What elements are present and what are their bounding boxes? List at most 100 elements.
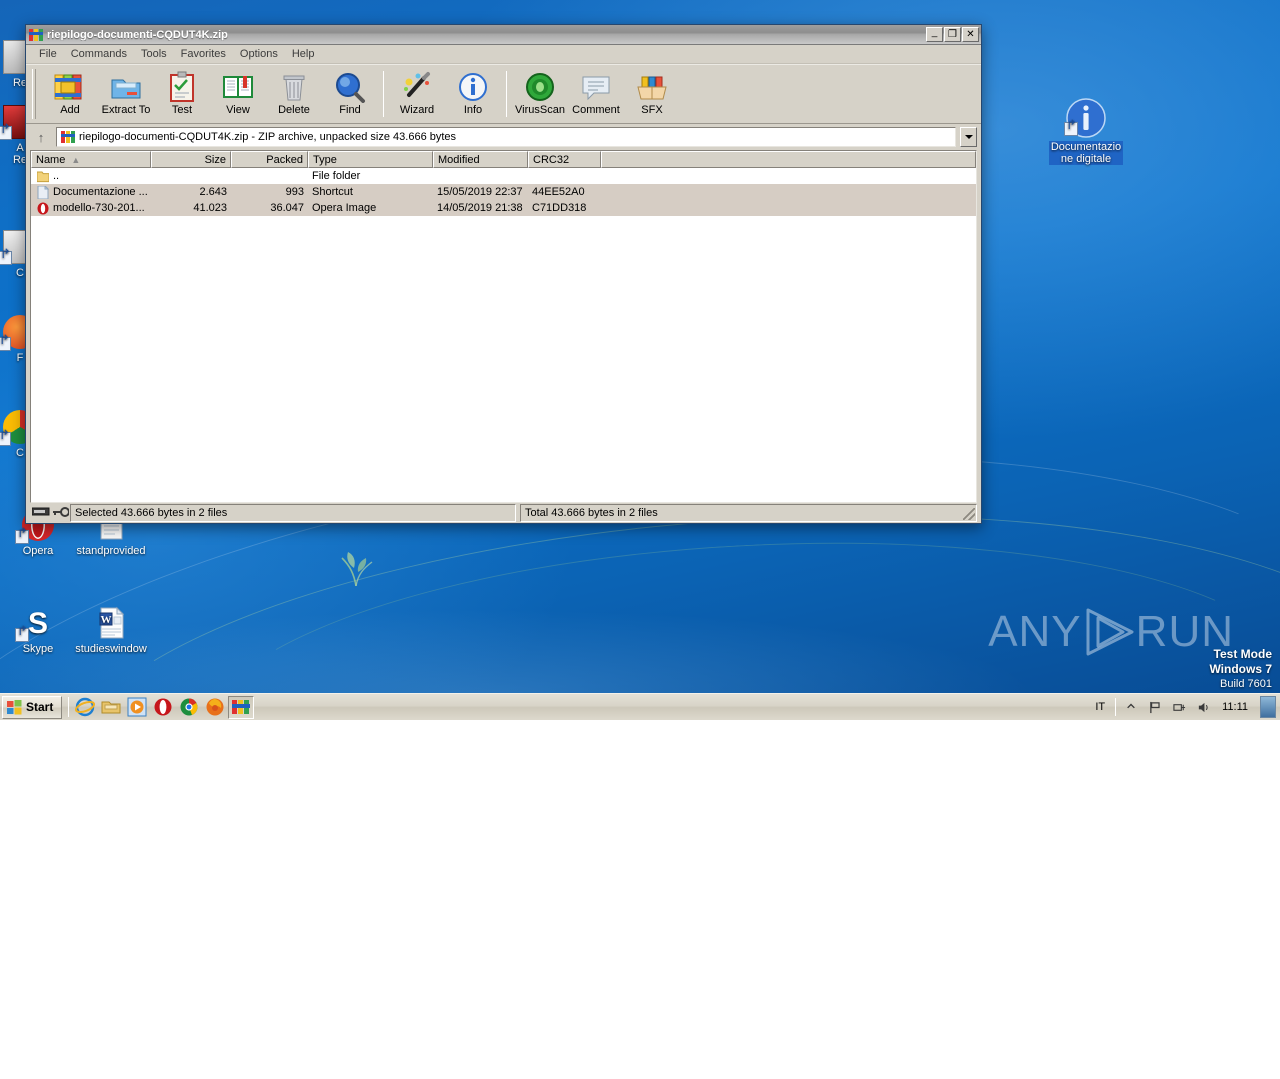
up-one-level-button[interactable]: ↑ [30,127,52,147]
table-row[interactable]: Documentazione ... 2.643 993 Shortcut 15… [31,184,976,200]
menu-item-file[interactable]: File [32,46,64,62]
system-tray[interactable]: IT 11:11 [1091,696,1280,719]
cell-name[interactable]: Documentazione ... [31,186,151,199]
desktop[interactable]: Re A Re C F C [0,0,1280,720]
file-list-header[interactable]: Name ▲ Size Packed Type Modified CRC32 [31,151,976,168]
maximize-button[interactable]: ❐ [944,27,961,42]
taskbar-chrome-icon[interactable] [176,696,202,719]
address-bar[interactable]: ↑ riepilogo-documenti-CQDUT4K.zip - ZIP … [26,124,981,150]
taskbar-separator [68,697,69,717]
desktop-icon-documentazione-digitale[interactable]: Documentazio ne digitale [1046,98,1126,165]
shortcut-overlay-icon [15,530,29,544]
taskbar[interactable]: Start [0,693,1280,720]
toolbar-button-comment[interactable]: Comment [568,69,624,116]
delete-icon [277,71,311,103]
resize-grip[interactable] [963,508,975,520]
toolbar-button-view[interactable]: View [210,69,266,116]
toolbar-button-delete[interactable]: Delete [266,69,322,116]
taskbar-windows-explorer-icon[interactable] [98,696,124,719]
minimize-button[interactable]: _ [926,27,943,42]
column-label: Name [36,154,65,166]
show-hidden-icons-button[interactable] [1122,698,1140,716]
address-field[interactable]: riepilogo-documenti-CQDUT4K.zip - ZIP ar… [56,127,956,147]
svg-text:W: W [101,614,112,626]
menu-item-favorites[interactable]: Favorites [174,46,233,62]
cell-crc32: 44EE52A0 [528,186,601,198]
toolbar-button-find[interactable]: Find [322,69,378,116]
cell-type: Shortcut [308,186,433,198]
status-icons [30,507,66,520]
clock[interactable]: 11:11 [1218,701,1252,713]
window-title: riepilogo-documenti-CQDUT4K.zip [47,29,926,41]
cell-name[interactable]: modello-730-201... [31,202,151,215]
start-button[interactable]: Start [2,696,62,719]
toolbar-button-add[interactable]: Add [42,69,98,116]
taskbar-media-player-icon[interactable] [124,696,150,719]
key-icon [53,507,69,520]
network-icon[interactable] [1170,698,1188,716]
taskbar-firefox-icon[interactable] [202,696,228,719]
toolbar-label: Add [60,104,80,116]
column-header-modified[interactable]: Modified [433,151,528,168]
table-row[interactable]: modello-730-201... 41.023 36.047 Opera I… [31,200,976,216]
shortcut-file-icon [37,186,49,199]
toolbar-button-test[interactable]: Test [154,69,210,116]
close-button[interactable]: ✕ [962,27,979,42]
menu-item-commands[interactable]: Commands [64,46,134,62]
cell-name-text: Documentazione ... [53,186,148,198]
volume-icon[interactable] [1194,698,1212,716]
column-header-size[interactable]: Size [151,151,231,168]
find-icon [333,71,367,103]
toolbar-button-wizard[interactable]: Wizard [389,69,445,116]
toolbar-button-sfx[interactable]: SFX [624,69,680,116]
taskbar-internet-explorer-icon[interactable] [72,696,98,719]
toolbar-button-extract-to[interactable]: Extract To [98,69,154,116]
status-bar: Selected 43.666 bytes in 2 files Total 4… [26,503,981,523]
menu-item-tools[interactable]: Tools [134,46,174,62]
toolbar-separator [506,71,507,117]
wizard-icon [400,71,434,103]
winrar-window[interactable]: riepilogo-documenti-CQDUT4K.zip _ ❐ ✕ Fi… [25,24,982,524]
comment-icon [579,71,613,103]
tray-separator [1115,698,1116,716]
toolbar[interactable]: Add Extract To [26,64,981,124]
toolbar-button-virusscan[interactable]: VirusScan [512,69,568,116]
taskbar-opera-icon[interactable] [150,696,176,719]
cell-packed: 36.047 [231,202,308,214]
toolbar-grip[interactable] [32,69,36,119]
cell-name[interactable]: .. [31,170,151,183]
language-indicator[interactable]: IT [1091,701,1109,713]
desktop-icon-studieswindow[interactable]: W studieswindow [73,606,149,655]
toolbar-label: Delete [278,104,310,116]
column-header-type[interactable]: Type [308,151,433,168]
column-header-crc32[interactable]: CRC32 [528,151,601,168]
table-row[interactable]: .. File folder [31,168,976,184]
cell-type: File folder [308,170,433,182]
test-mode-line: Test Mode [1209,647,1272,662]
menu-item-help[interactable]: Help [285,46,322,62]
status-total: Total 43.666 bytes in 2 files [520,504,977,522]
toolbar-button-info[interactable]: Info [445,69,501,116]
menu-bar[interactable]: File Commands Tools Favorites Options He… [26,45,981,64]
menu-item-options[interactable]: Options [233,46,285,62]
desktop-icon-skype[interactable]: S Skype [0,606,76,655]
address-dropdown-button[interactable] [960,127,977,147]
file-list[interactable]: Name ▲ Size Packed Type Modified CRC32 [30,150,977,503]
window-titlebar[interactable]: riepilogo-documenti-CQDUT4K.zip _ ❐ ✕ [26,25,981,45]
desktop-icon-label: standprovided [74,545,147,557]
column-header-name[interactable]: Name ▲ [31,151,151,168]
toolbar-label: Comment [572,104,620,116]
shortcut-overlay-icon [1064,122,1078,136]
column-header-filler [601,151,976,168]
info-icon [456,71,490,103]
extract-to-icon [109,71,143,103]
show-desktop-button[interactable] [1260,696,1276,718]
build-number-line: Build 7601 [1209,677,1272,692]
action-center-flag-icon[interactable] [1146,698,1164,716]
virusscan-icon [523,71,557,103]
file-list-rows[interactable]: .. File folder [31,168,976,502]
column-header-packed[interactable]: Packed [231,151,308,168]
skype-shortcut-icon: S [21,606,55,640]
toolbar-label: Wizard [400,104,434,116]
taskbar-winrar-icon[interactable] [228,696,254,719]
